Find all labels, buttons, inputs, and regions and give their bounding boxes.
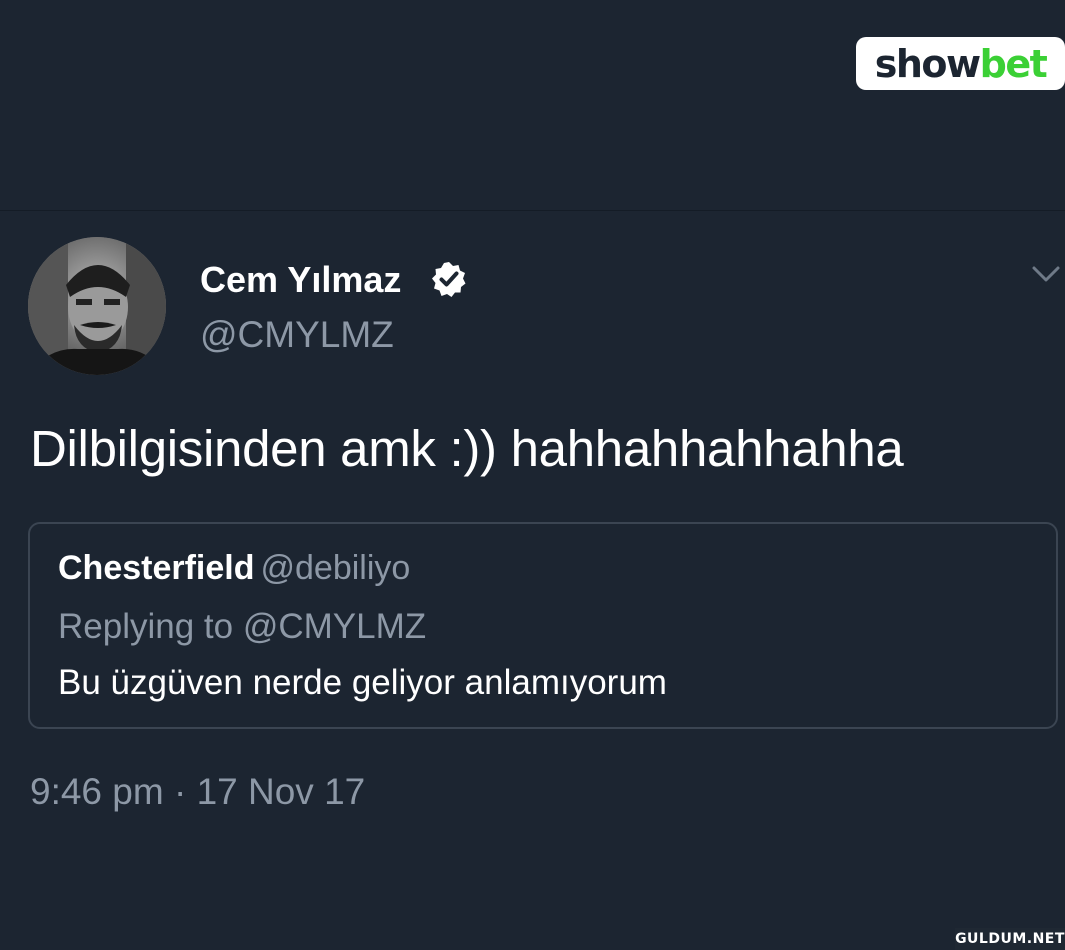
tweet-text: Dilbilgisinden amk :)) hahhahhahhahha	[30, 420, 904, 477]
quoted-tweet-text: Bu üzgüven nerde geliyor anlamıyorum	[58, 663, 667, 702]
brand-logo: show bet	[856, 37, 1065, 90]
quoted-author-handle: @debiliyo	[260, 549, 411, 587]
author-name[interactable]: Cem Yılmaz	[200, 259, 401, 301]
brand-logo-part1: show	[874, 41, 981, 86]
brand-logo-part2: bet	[979, 41, 1048, 86]
tweet-timestamp[interactable]: 9:46 pm · 17 Nov 17	[30, 770, 365, 814]
avatar[interactable]	[28, 237, 166, 375]
top-bar	[0, 0, 1065, 210]
header-divider	[0, 210, 1065, 211]
quoted-replying-to: Replying to @CMYLMZ	[58, 607, 427, 646]
quoted-author: Chesterfield @debiliyo	[58, 548, 410, 588]
author-handle[interactable]: @CMYLMZ	[200, 313, 394, 357]
tweet-page: show bet Cem Yılmaz @CMYLMZ Dilbilgisind…	[0, 0, 1065, 950]
chevron-down-icon[interactable]	[1031, 262, 1061, 286]
profile-photo-icon	[28, 237, 166, 375]
verified-badge-icon	[432, 262, 466, 297]
quoted-tweet-card[interactable]: Chesterfield @debiliyo Replying to @CMYLM…	[28, 522, 1058, 729]
watermark: GULDUM.NET	[955, 928, 1065, 950]
quoted-author-name: Chesterfield	[58, 549, 255, 587]
